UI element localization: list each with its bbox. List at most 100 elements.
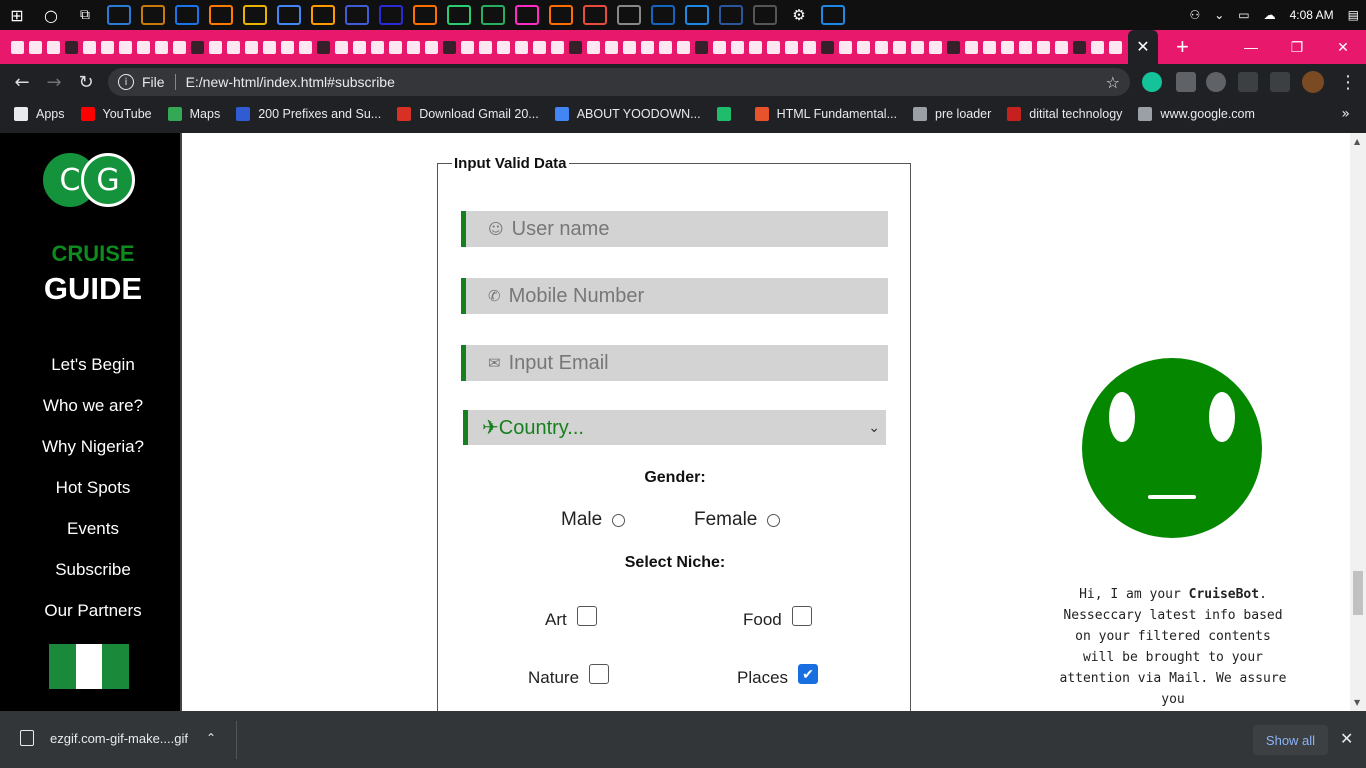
- file-explorer-icon[interactable]: [243, 5, 267, 25]
- niche-nature-checkbox[interactable]: [589, 664, 610, 684]
- more-bookmarks-icon[interactable]: »: [1341, 106, 1350, 122]
- tab-favicon[interactable]: [532, 40, 546, 54]
- back-icon[interactable]: ←: [6, 72, 38, 93]
- country-select[interactable]: ✈Country... ⌄: [463, 410, 886, 445]
- close-window-icon[interactable]: ✕: [1320, 39, 1366, 56]
- tab-favicon[interactable]: [1072, 40, 1086, 54]
- tab-favicon[interactable]: [370, 40, 384, 54]
- store-icon[interactable]: [141, 5, 165, 25]
- app-icon[interactable]: [685, 5, 709, 25]
- tab-favicon[interactable]: [1000, 40, 1014, 54]
- tab-favicon[interactable]: [946, 40, 960, 54]
- app-icon[interactable]: [821, 5, 845, 25]
- bookmark-item[interactable]: ABOUT YOODOWN...: [554, 107, 701, 121]
- tab-favicon[interactable]: [298, 40, 312, 54]
- tab-favicon[interactable]: [496, 40, 510, 54]
- logo[interactable]: C G: [43, 153, 135, 207]
- tab-favicon[interactable]: [838, 40, 852, 54]
- bookmark-item[interactable]: pre loader: [913, 107, 991, 121]
- tab-favicon[interactable]: [460, 40, 474, 54]
- windows-start-icon[interactable]: ⊞: [5, 5, 29, 25]
- tab-favicon[interactable]: [550, 40, 564, 54]
- tab-favicon[interactable]: [226, 40, 240, 54]
- mobile-field[interactable]: ✆ Mobile Number: [461, 278, 888, 314]
- bookmark-item[interactable]: Maps: [167, 107, 220, 121]
- info-icon[interactable]: i: [118, 74, 134, 90]
- page-scrollbar[interactable]: ▲ ▼: [1350, 133, 1366, 711]
- bookmark-item[interactable]: YouTube: [80, 107, 152, 121]
- tab-favicon[interactable]: [244, 40, 258, 54]
- battery-icon[interactable]: ▭: [1238, 8, 1249, 22]
- bookmark-star-icon[interactable]: ☆: [1106, 73, 1120, 92]
- tab-favicon[interactable]: [1090, 40, 1104, 54]
- tab-close-icon[interactable]: ✕: [1128, 30, 1158, 64]
- mail-icon[interactable]: [175, 5, 199, 25]
- framer-icon[interactable]: [345, 5, 369, 25]
- forward-icon[interactable]: →: [38, 72, 70, 93]
- scroll-down-icon[interactable]: ▼: [1354, 698, 1360, 707]
- tab-favicon[interactable]: [136, 40, 150, 54]
- menu-icon[interactable]: ⋮: [1332, 72, 1364, 93]
- chevron-up-icon[interactable]: ⌃: [206, 731, 216, 745]
- close-icon[interactable]: ✕: [1340, 729, 1353, 748]
- tab-favicon[interactable]: [10, 40, 24, 54]
- people-icon[interactable]: ⚇: [1189, 8, 1200, 22]
- settings-icon[interactable]: ⚙: [787, 5, 811, 25]
- illustrator-icon[interactable]: [311, 5, 335, 25]
- new-tab-button[interactable]: +: [1176, 34, 1189, 60]
- tab-favicon[interactable]: [676, 40, 690, 54]
- tab-favicon[interactable]: [46, 40, 60, 54]
- username-field[interactable]: ☺ User name: [461, 211, 888, 247]
- bookmark-item[interactable]: Download Gmail 20...: [397, 107, 539, 121]
- show-all-button[interactable]: Show all: [1253, 725, 1328, 755]
- tab-favicon[interactable]: [280, 40, 294, 54]
- tab-favicon[interactable]: [910, 40, 924, 54]
- bookmark-item[interactable]: www.google.com: [1138, 107, 1255, 121]
- tab-favicon[interactable]: [1018, 40, 1032, 54]
- tab-favicon[interactable]: [658, 40, 672, 54]
- email-field[interactable]: ✉ Input Email: [461, 345, 888, 381]
- bookmark-item[interactable]: [716, 107, 739, 121]
- tab-favicon[interactable]: [586, 40, 600, 54]
- niche-food[interactable]: Food: [743, 606, 812, 634]
- sidebar-item-our-partners[interactable]: Our Partners: [0, 601, 186, 642]
- tab-favicon[interactable]: [766, 40, 780, 54]
- niche-places[interactable]: Places ✔: [737, 664, 819, 692]
- gender-option-female[interactable]: Female: [694, 509, 781, 531]
- sidebar-item-lets-begin[interactable]: Let's Begin: [0, 355, 186, 396]
- shield-icon[interactable]: [1206, 72, 1226, 92]
- gender-male-radio[interactable]: [612, 513, 626, 527]
- tab-favicon[interactable]: [640, 40, 654, 54]
- avatar[interactable]: [1302, 71, 1324, 93]
- extension-icon[interactable]: [1176, 72, 1196, 92]
- tab-favicon[interactable]: [964, 40, 978, 54]
- gender-option-male[interactable]: Male: [561, 509, 626, 531]
- chevron-up-icon[interactable]: ⌄: [1214, 8, 1224, 22]
- reload-icon[interactable]: ↻: [70, 72, 102, 93]
- tab-favicon[interactable]: [982, 40, 996, 54]
- tab-favicon[interactable]: [892, 40, 906, 54]
- app-icon[interactable]: [583, 5, 607, 25]
- tab-favicon[interactable]: [1108, 40, 1122, 54]
- sidebar-item-subscribe[interactable]: Subscribe: [0, 560, 186, 601]
- app-icon[interactable]: [447, 5, 471, 25]
- tab-favicon[interactable]: [100, 40, 114, 54]
- tab-favicon[interactable]: [118, 40, 132, 54]
- tab-favicon[interactable]: [424, 40, 438, 54]
- tab-favicon[interactable]: [154, 40, 168, 54]
- tab-favicon[interactable]: [928, 40, 942, 54]
- tab-favicon[interactable]: [568, 40, 582, 54]
- omnibox[interactable]: i File E:/new-html/index.html#subscribe …: [108, 68, 1130, 96]
- gender-female-radio[interactable]: [767, 513, 781, 527]
- app-icon[interactable]: [617, 5, 641, 25]
- tab-favicon[interactable]: [730, 40, 744, 54]
- tab-favicon[interactable]: [514, 40, 528, 54]
- scrollbar-thumb[interactable]: [1353, 571, 1363, 615]
- tab-favicon[interactable]: [1054, 40, 1068, 54]
- vscode-icon[interactable]: [107, 5, 131, 25]
- puzzle-icon[interactable]: [1270, 72, 1290, 92]
- tab-favicon[interactable]: [190, 40, 204, 54]
- sidebar-item-who-we-are[interactable]: Who we are?: [0, 396, 186, 437]
- premiere-icon[interactable]: [379, 5, 403, 25]
- niche-food-checkbox[interactable]: [791, 606, 812, 626]
